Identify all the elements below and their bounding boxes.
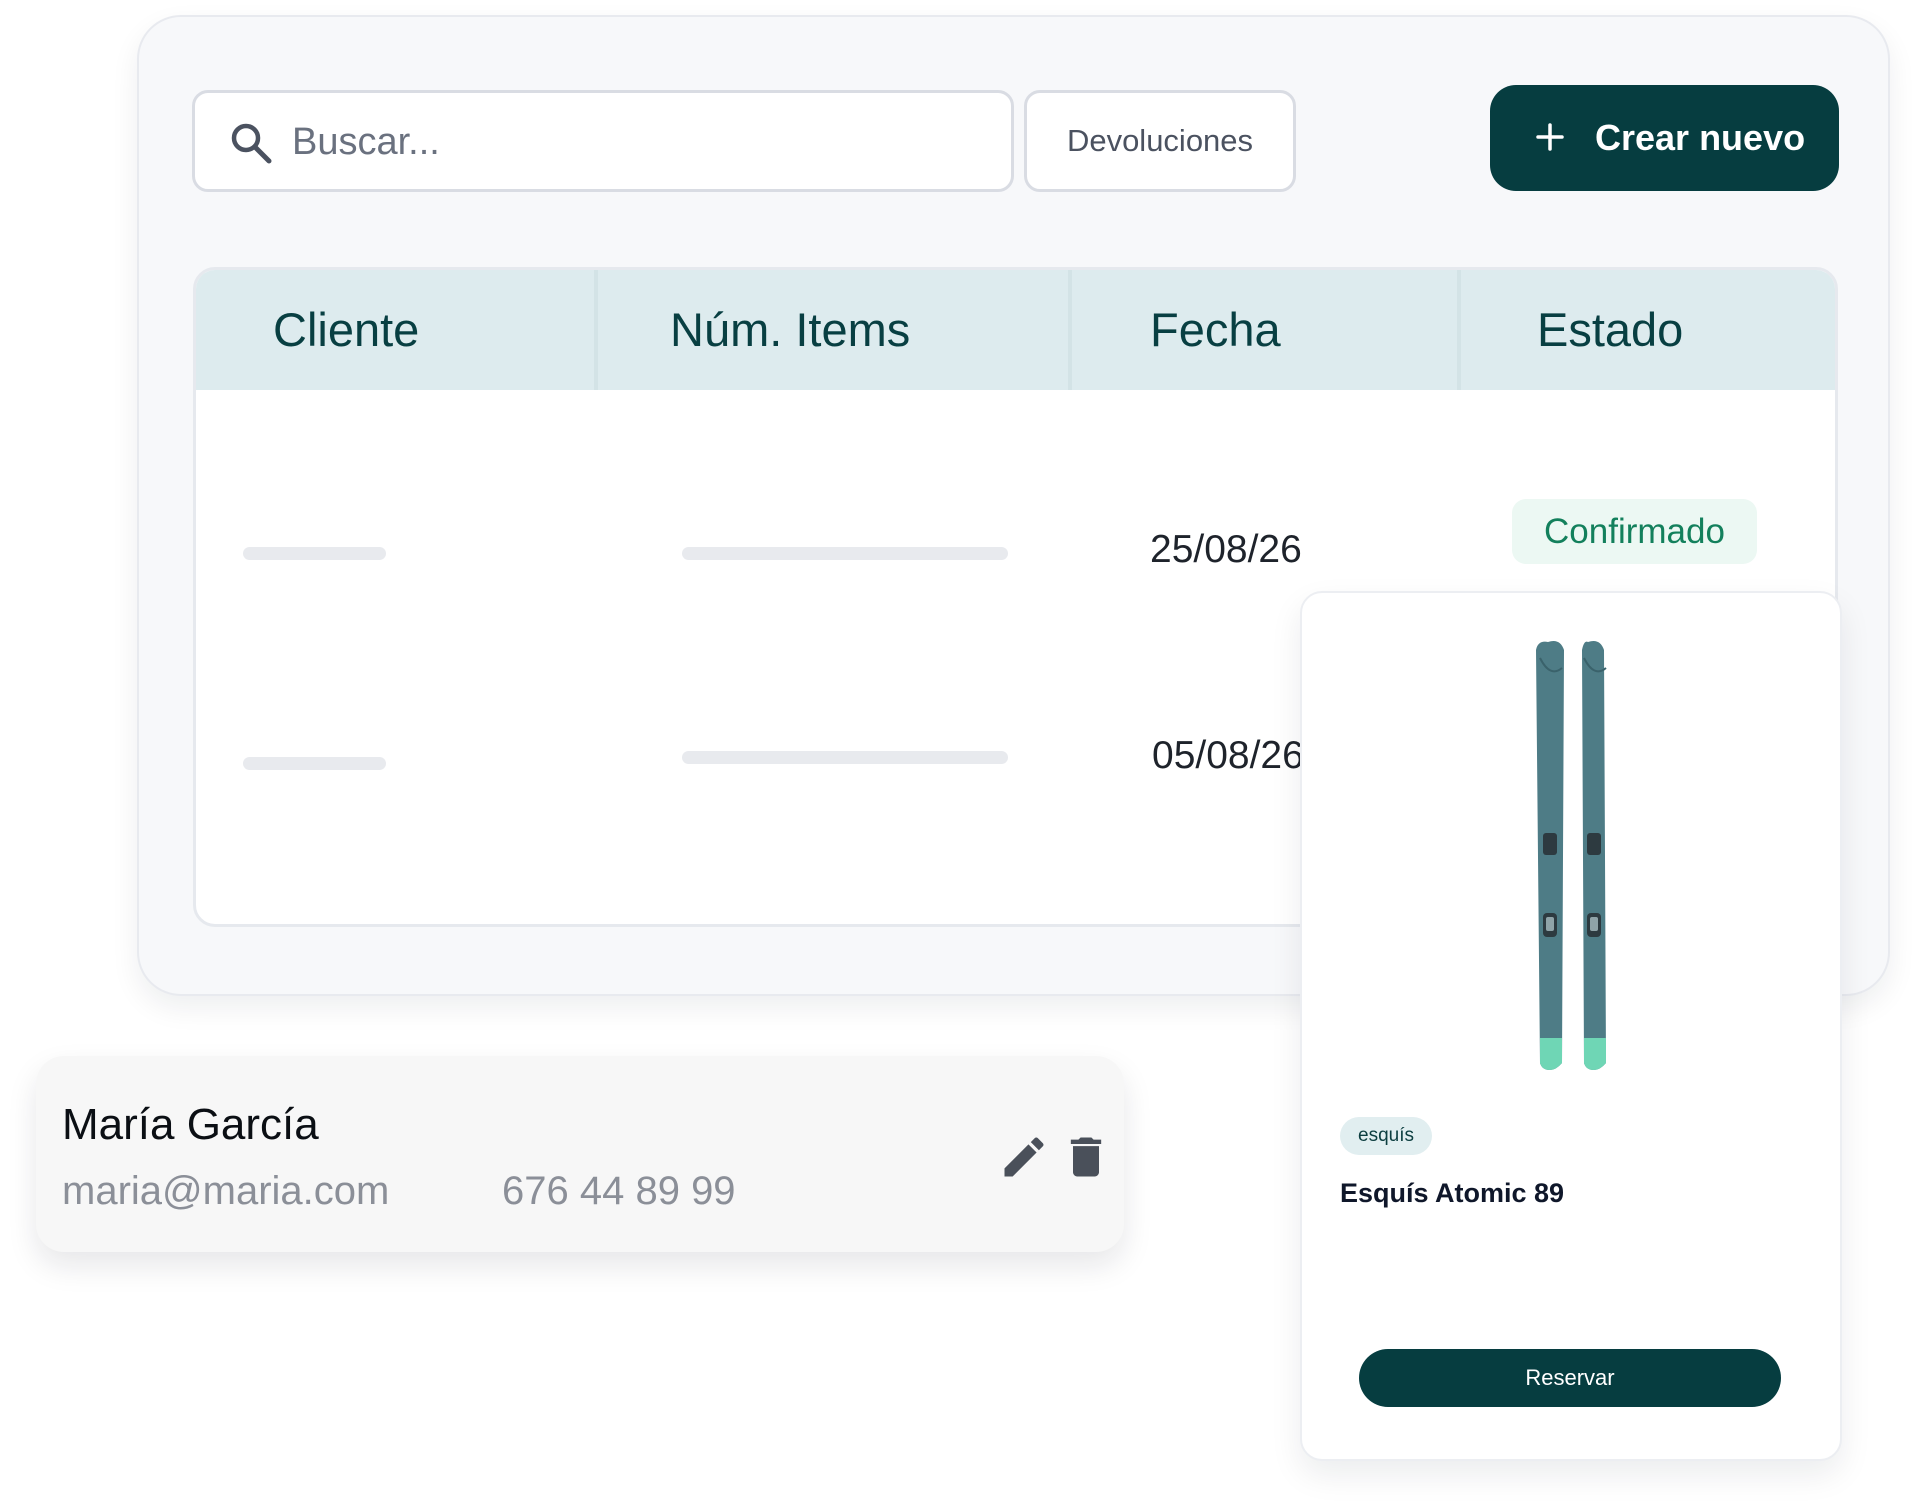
status-badge: Confirmado (1512, 499, 1757, 564)
row-date: 25/08/26 (1150, 528, 1302, 571)
create-new-button[interactable]: Crear nuevo (1490, 85, 1839, 191)
category-tag[interactable]: esquís (1340, 1117, 1432, 1155)
contact-email: maria@maria.com (62, 1169, 390, 1213)
plus-icon (1536, 123, 1564, 151)
column-header-cliente[interactable]: Cliente (273, 270, 419, 390)
column-divider (594, 270, 598, 390)
product-name: Esquís Atomic 89 (1340, 1178, 1565, 1208)
client-placeholder (243, 547, 386, 560)
returns-filter-button[interactable]: Devoluciones (1024, 90, 1296, 192)
search-icon (231, 123, 272, 164)
column-header-fecha[interactable]: Fecha (1150, 270, 1281, 390)
product-card: esquís Esquís Atomic 89 Reservar (1300, 591, 1842, 1461)
column-header-estado[interactable]: Estado (1537, 270, 1683, 390)
edit-icon[interactable] (998, 1131, 1050, 1183)
contact-card: María García maria@maria.com 676 44 89 9… (36, 1056, 1124, 1252)
row-date: 05/08/26 (1152, 734, 1304, 777)
items-placeholder (682, 751, 1008, 764)
search-input[interactable] (290, 107, 974, 177)
client-placeholder (243, 757, 386, 770)
contact-name: María García (62, 1100, 319, 1149)
reserve-button[interactable]: Reservar (1359, 1349, 1781, 1407)
column-divider (1457, 270, 1461, 390)
column-header-num-items[interactable]: Núm. Items (670, 270, 910, 390)
search-box[interactable] (192, 90, 1014, 192)
items-placeholder (682, 547, 1008, 560)
create-new-label: Crear nuevo (1595, 117, 1806, 158)
column-divider (1068, 270, 1072, 390)
table-header: Cliente Núm. Items Fecha Estado (196, 270, 1835, 390)
trash-icon[interactable] (1060, 1131, 1112, 1183)
contact-phone: 676 44 89 99 (502, 1169, 736, 1213)
skis-image (1536, 641, 1607, 1070)
